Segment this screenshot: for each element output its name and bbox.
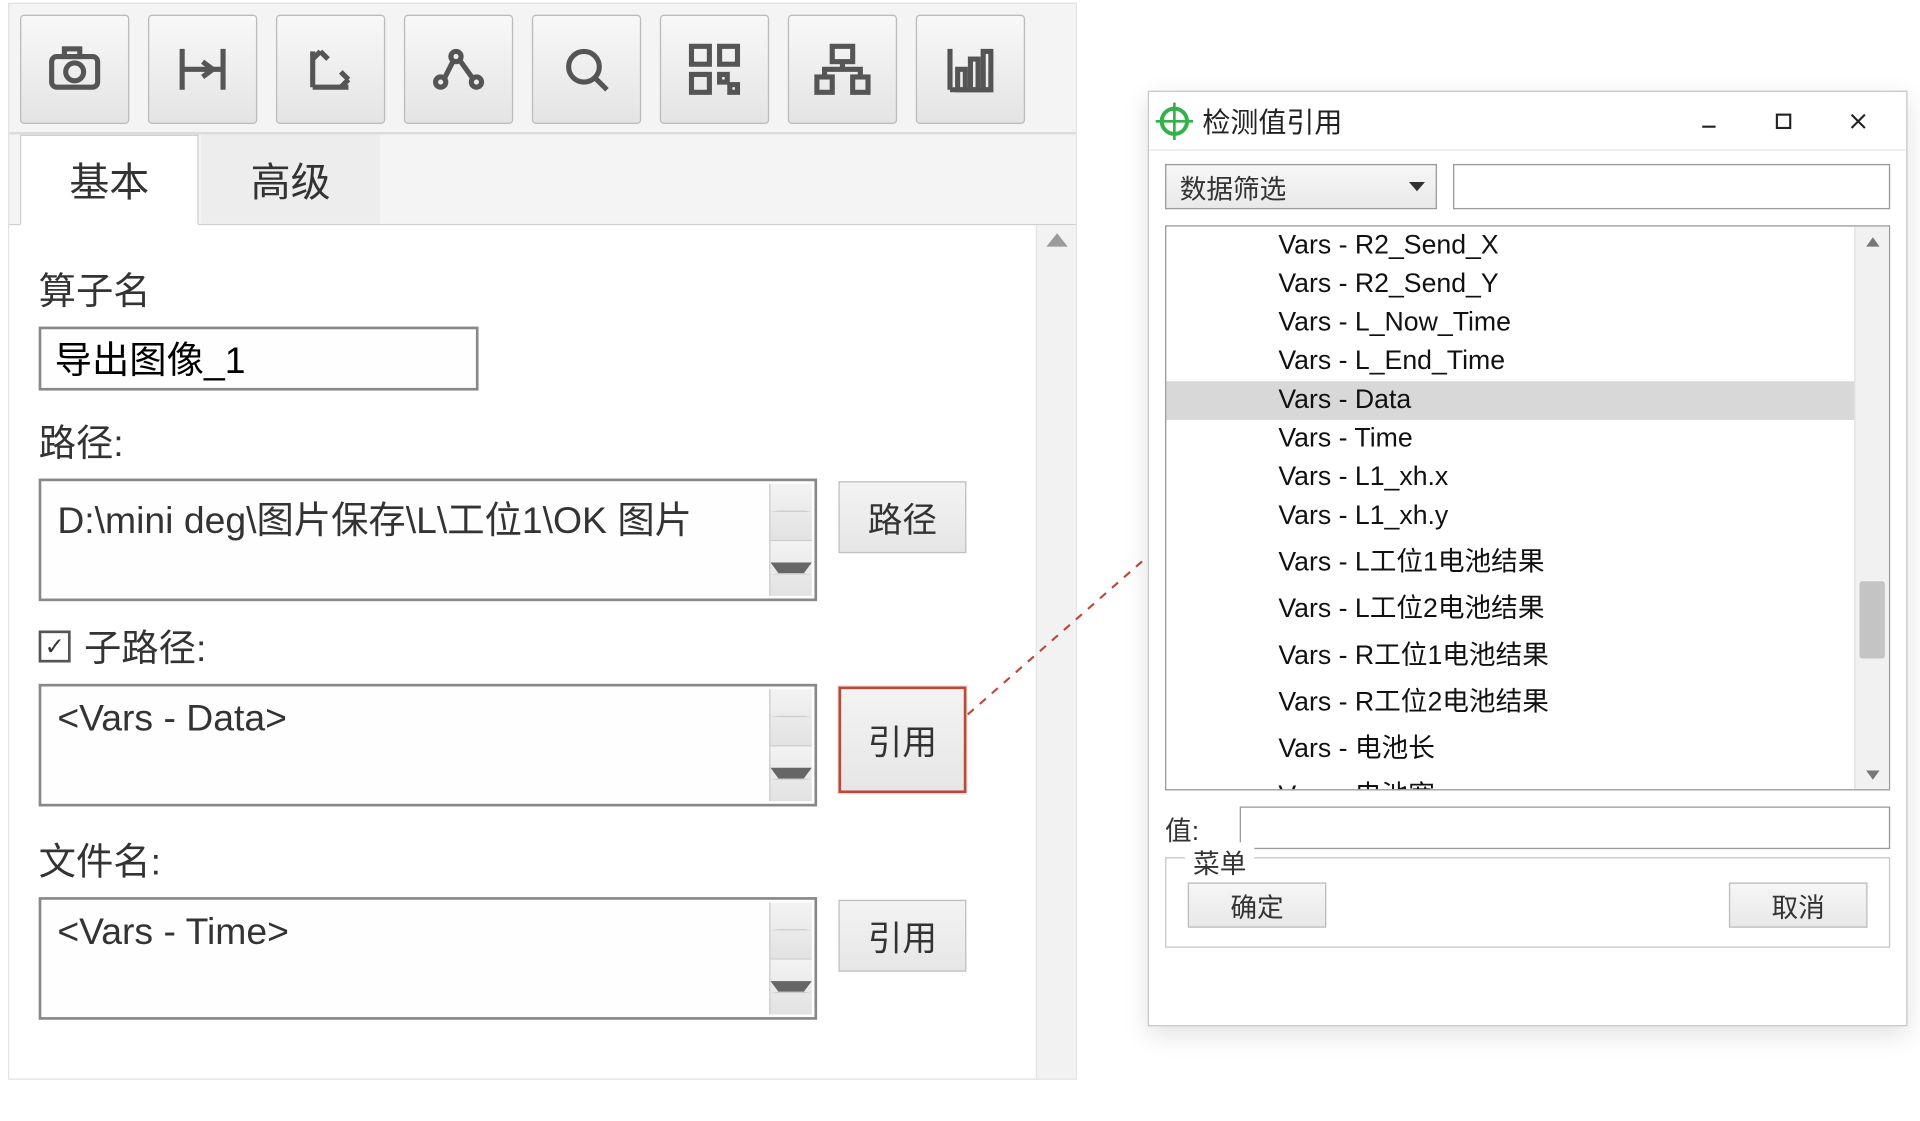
scrollbar-thumb[interactable]	[1860, 581, 1885, 658]
reference-dialog: 检测值引用 数据筛选 Vars - R2_Send_XVars - R2_Sen…	[1148, 91, 1908, 1027]
list-item[interactable]: Vars - R工位1电池结果	[1166, 629, 1854, 676]
list-item[interactable]: Vars - 电池长	[1166, 722, 1854, 769]
list-item[interactable]: Vars - Time	[1166, 420, 1854, 459]
tab-advanced[interactable]: 高级	[201, 135, 380, 224]
tool-network-icon[interactable]	[788, 15, 897, 124]
maximize-button[interactable]	[1746, 98, 1821, 143]
path-label: 路径:	[39, 415, 1047, 468]
dialog-titlebar: 检测值引用	[1149, 92, 1906, 151]
list-item[interactable]: Vars - L工位2电池结果	[1166, 583, 1854, 630]
list-item[interactable]: Vars - L工位1电池结果	[1166, 536, 1854, 583]
sub-path-reference-button[interactable]: 引用	[838, 686, 966, 793]
file-name-reference-button[interactable]: 引用	[838, 900, 966, 972]
file-name-spinner[interactable]	[769, 902, 812, 1014]
tool-camera-icon[interactable]	[20, 15, 129, 124]
path-spinner[interactable]	[769, 484, 812, 596]
tool-search-icon[interactable]	[532, 15, 641, 124]
list-item[interactable]: Vars - L1_xh.x	[1166, 459, 1854, 498]
list-item[interactable]: Vars - Data	[1166, 381, 1854, 420]
tool-polyline-icon[interactable]	[404, 15, 513, 124]
path-input[interactable]: D:\mini deg\图片保存\L\工位1\OK 图片	[39, 479, 817, 602]
filter-row: 数据筛选	[1149, 151, 1906, 223]
operator-name-label: 算子名	[39, 263, 1047, 316]
list-item[interactable]: Vars - L_End_Time	[1166, 343, 1854, 382]
filter-combo-label: 数据筛选	[1180, 167, 1287, 206]
ok-button[interactable]: 确定	[1188, 882, 1327, 927]
tab-basic[interactable]: 基本	[20, 135, 199, 226]
list-item[interactable]: Vars - L_Now_Time	[1166, 304, 1854, 343]
form-area: 算子名 路径: D:\mini deg\图片保存\L\工位1\OK 图片 路径 …	[9, 225, 1075, 1078]
value-label: 值:	[1165, 808, 1218, 847]
target-icon	[1160, 106, 1189, 135]
tool-axis-icon[interactable]	[276, 15, 385, 124]
variable-listbox[interactable]: Vars - R2_Send_XVars - R2_Send_YVars - L…	[1165, 225, 1890, 790]
sub-path-label-row: ✓ 子路径:	[39, 620, 1047, 673]
sub-path-spinner[interactable]	[769, 689, 812, 801]
sub-path-input[interactable]: <Vars - Data>	[39, 684, 817, 807]
tabs: 基本 高级	[9, 135, 1075, 226]
tool-move-icon[interactable]	[148, 15, 257, 124]
panel-scrollbar[interactable]	[1036, 225, 1076, 1078]
sub-path-value: <Vars - Data>	[57, 697, 287, 740]
file-name-value: <Vars - Time>	[57, 910, 289, 953]
choose-path-button[interactable]: 路径	[838, 481, 966, 553]
list-item[interactable]: Vars - R2_Send_Y	[1166, 265, 1854, 304]
dialog-title: 检测值引用	[1202, 101, 1671, 141]
listbox-scrollbar[interactable]	[1854, 227, 1889, 790]
menu-fieldset: 菜单 确定 取消	[1165, 857, 1890, 948]
menu-legend: 菜单	[1185, 842, 1254, 881]
list-item[interactable]: Vars - R2_Send_X	[1166, 227, 1854, 266]
minimize-button[interactable]	[1672, 98, 1747, 143]
cancel-button[interactable]: 取消	[1729, 882, 1868, 927]
close-button[interactable]	[1821, 98, 1896, 143]
search-input[interactable]	[1453, 164, 1890, 209]
file-name-label: 文件名:	[39, 833, 1047, 886]
operator-name-input[interactable]	[39, 327, 479, 391]
list-item[interactable]: Vars - 电池宽	[1166, 769, 1854, 790]
tool-chart-icon[interactable]	[916, 15, 1025, 124]
list-item[interactable]: Vars - R工位2电池结果	[1166, 676, 1854, 723]
list-item[interactable]: Vars - L1_xh.y	[1166, 497, 1854, 536]
chevron-down-icon	[1409, 182, 1425, 191]
scroll-up-icon	[1046, 233, 1067, 246]
value-row: 值:	[1149, 801, 1906, 857]
sub-path-checkbox[interactable]: ✓	[39, 631, 71, 663]
filter-combo[interactable]: 数据筛选	[1165, 164, 1437, 209]
sub-path-label: 子路径:	[84, 620, 206, 673]
tool-qrcode-icon[interactable]	[660, 15, 769, 124]
value-box[interactable]	[1240, 806, 1891, 849]
path-value: D:\mini deg\图片保存\L\工位1\OK 图片	[57, 500, 692, 541]
file-name-input[interactable]: <Vars - Time>	[39, 897, 817, 1020]
properties-panel: 基本 高级 算子名 路径: D:\mini deg\图片保存\L\工位1\OK …	[8, 3, 1077, 1080]
toolbar	[9, 4, 1075, 135]
